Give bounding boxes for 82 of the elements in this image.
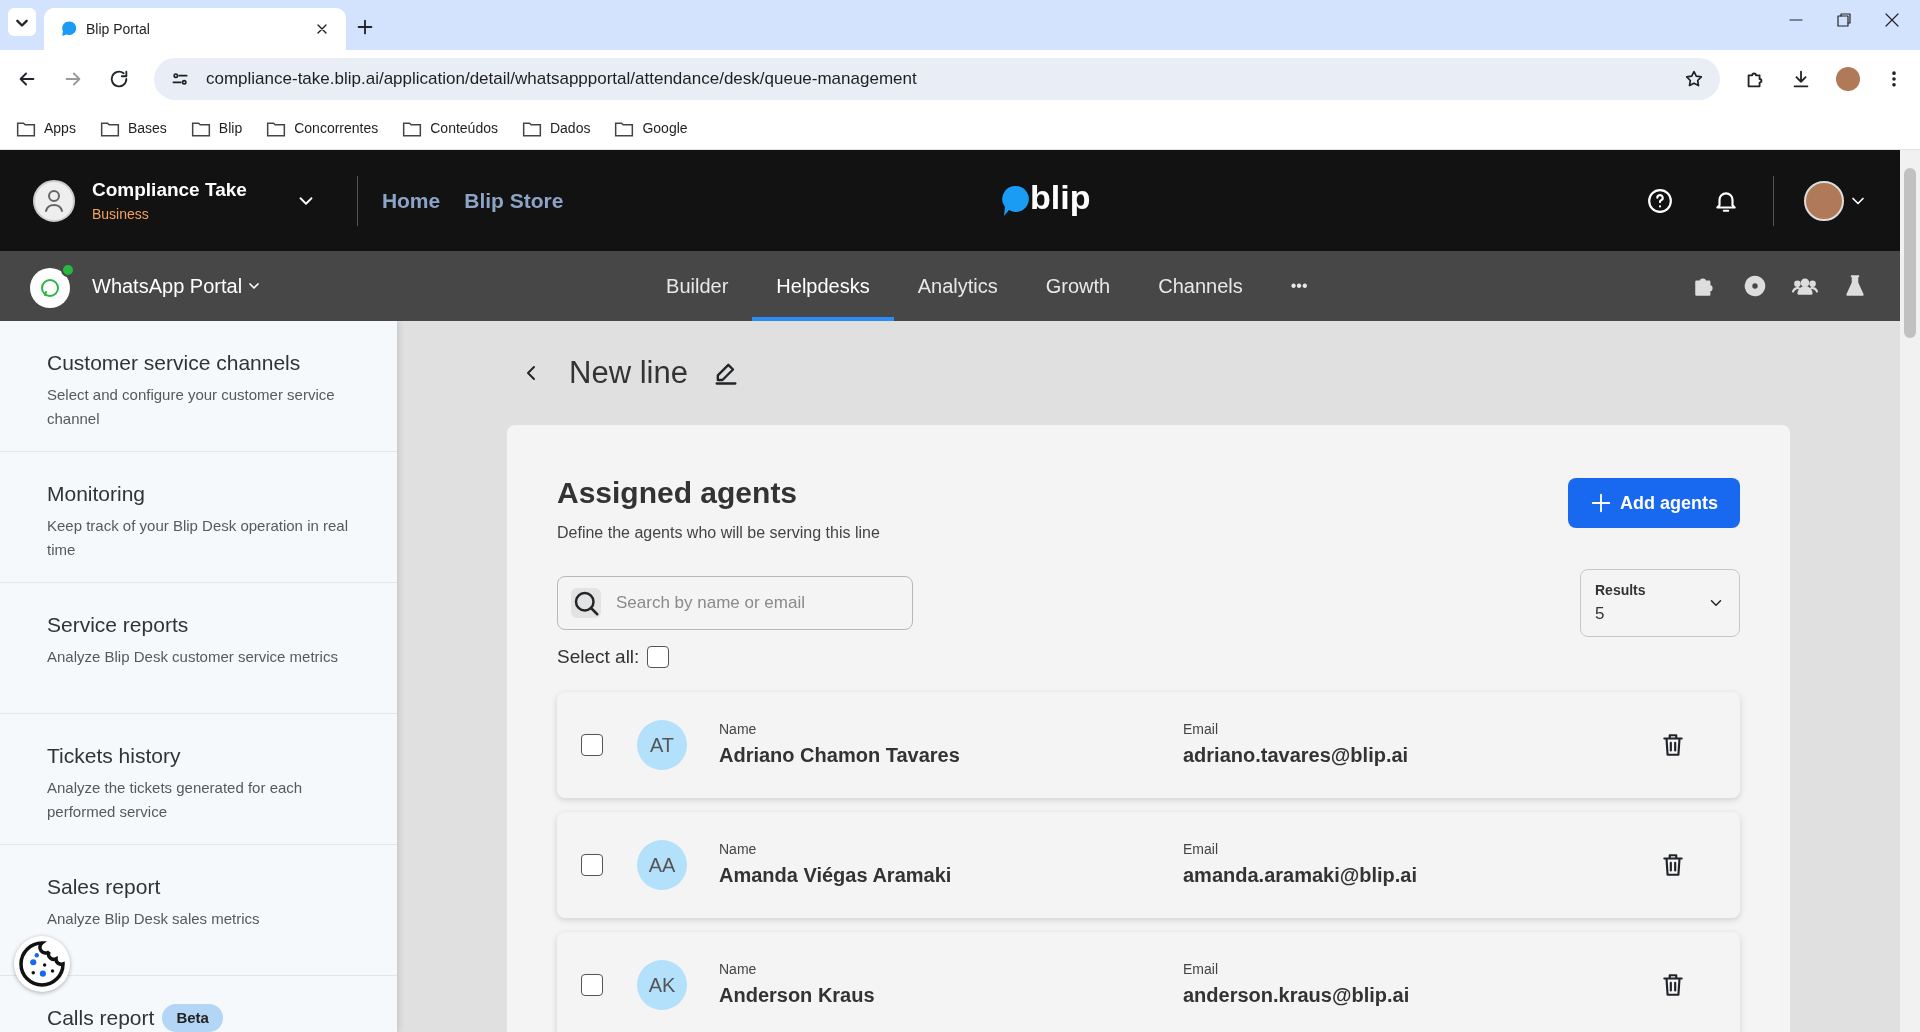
account-plan: Business [92,205,150,225]
field-label: Name [719,840,758,859]
agent-name: Amanda Viégas Aramaki [719,863,953,888]
agent-name: Anderson Kraus [719,983,876,1008]
bookmark-folder[interactable]: Dados [521,118,591,139]
item-description: Analyze Blip Desk customer service metrics [47,646,339,667]
folder-icon [16,119,36,138]
agent-avatar: AA [637,839,687,890]
section-title: Assigned agents [557,475,799,511]
item-title: Customer service channels [47,350,301,376]
item-title: Calls report [47,1005,155,1031]
folder-icon [266,119,287,138]
select-all-checkbox[interactable] [647,646,670,669]
field-label: Email [1183,720,1219,739]
item-description: Analyze the tickets generated for each performed service [47,777,304,822]
section-subtitle: Define the agents who will be serving this line [557,523,880,543]
agent-email: anderson.kraus@blip.ai [1183,983,1410,1008]
item-title: Monitoring [47,481,146,507]
agent-avatar: AT [637,719,687,770]
chat-bubble-icon [60,20,78,38]
bookmark-folder[interactable]: Concorrentes [266,118,379,139]
search-field[interactable]: Search by name or email [557,576,913,630]
select-all-label: Select all: [557,645,640,669]
item-title: Tickets history [47,743,181,769]
scrollbar[interactable] [1900,150,1920,1032]
nav-tab[interactable]: Growth [1021,251,1135,321]
nav-tab[interactable]: Builder [642,251,753,321]
item-title: Service reports [47,612,189,638]
trash-icon[interactable] [1660,851,1686,878]
blip-logo[interactable]: blip [1000,178,1091,223]
agent-avatar: AK [637,959,687,1010]
bookmark-folder[interactable]: Apps [16,118,76,139]
trash-icon[interactable] [1660,731,1686,758]
browser-tab[interactable]: Blip Portal [44,8,346,50]
nav-tab[interactable]: Channels [1134,251,1267,321]
beta-badge: Beta [162,1003,223,1032]
account-name: Compliance Take [92,177,247,202]
account-avatar-icon [32,178,76,223]
bookmark-folder[interactable]: Conteúdos [402,118,498,139]
bookmark-folder[interactable]: Google [614,118,688,139]
star-icon[interactable] [1684,69,1704,89]
whatsapp-bot-icon [28,262,76,310]
plus-icon [1590,492,1612,514]
agent-checkbox[interactable] [581,733,603,756]
nav-tab[interactable]: Analytics [893,251,1022,321]
results-select[interactable]: Results 5 [1580,569,1740,637]
help-icon[interactable] [1647,187,1673,214]
nav-link[interactable]: Blip Store [464,184,564,217]
profile-avatar[interactable] [1836,67,1860,91]
more-button[interactable]: ••• [1266,251,1332,321]
field-label: Email [1183,840,1219,859]
reload-icon[interactable] [108,68,130,90]
trash-icon[interactable] [1660,971,1686,998]
field-label: Email [1183,960,1219,979]
bookmark-folder[interactable]: Bases [99,118,167,139]
item-description: Analyze Blip Desk sales metrics [47,908,261,929]
agent-email: amanda.aramaki@blip.ai [1183,863,1418,888]
folder-icon [190,119,211,138]
address-bar[interactable]: compliance-take.blip.ai/application/detail/whatsappportal/attendance/desk/queue-management [154,58,1720,100]
nav-link[interactable]: Home [381,184,441,217]
user-avatar[interactable] [1804,180,1844,221]
item-title: Sales report [47,874,161,900]
agent-checkbox[interactable] [581,973,603,996]
folder-icon [99,119,120,138]
add-agents-button[interactable]: Add agents [1568,478,1740,528]
item-description: Select and configure your customer service channel [47,384,336,429]
bot-selector[interactable]: WhatsApp Portal [92,271,263,301]
page-title: New line [569,353,688,392]
folder-icon [402,119,423,138]
folder-icon [521,119,542,138]
search-icon [571,588,601,618]
bookmark-folder[interactable]: Blip [190,118,243,139]
field-label: Name [719,720,758,739]
agent-name: Adriano Chamon Tavares [719,743,961,768]
folder-icon [614,119,635,138]
item-description: Keep track of your Blip Desk operation in real time [47,515,349,560]
agent-email: adriano.tavares@blip.ai [1183,743,1409,768]
cookie-button[interactable] [14,936,70,992]
agent-checkbox[interactable] [581,853,603,876]
tab-list-icon[interactable] [8,8,36,36]
field-label: Name [719,960,758,979]
tab-title: Blip Portal [86,19,151,39]
